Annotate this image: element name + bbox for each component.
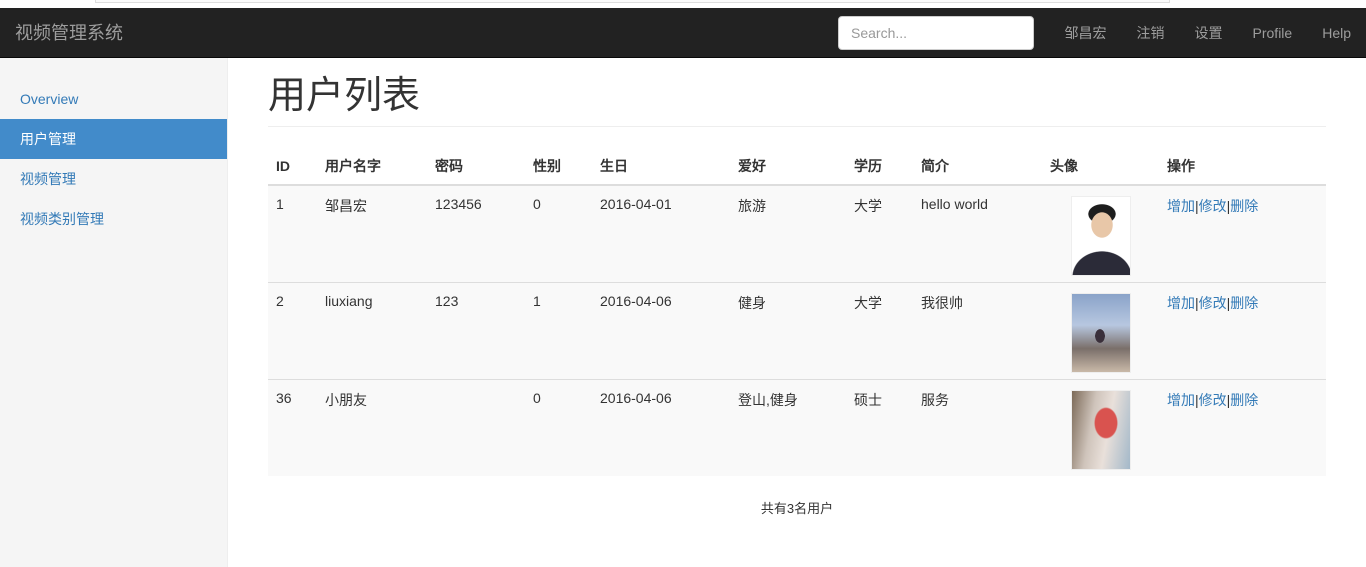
column-header-avatar: 头像 xyxy=(1042,147,1159,186)
avatar xyxy=(1070,196,1131,276)
nav-link-settings[interactable]: 设置 xyxy=(1180,8,1238,58)
edit-link[interactable]: 修改 xyxy=(1199,392,1227,408)
column-header-gender: 性别 xyxy=(525,147,592,186)
cell-actions: 增加|修改|删除 xyxy=(1159,185,1326,282)
cell-avatar xyxy=(1042,185,1159,282)
cell-birthday: 2016-04-01 xyxy=(592,185,730,282)
cell-birthday: 2016-04-06 xyxy=(592,281,730,379)
page-title: 用户列表 xyxy=(268,75,1326,127)
cell-password xyxy=(427,378,525,476)
navbar-links: 邹昌宏 注销 设置 Profile Help xyxy=(1050,8,1366,58)
cell-name: liuxiang xyxy=(317,281,427,379)
edit-link[interactable]: 修改 xyxy=(1199,198,1227,214)
table-row: 2 liuxiang 123 1 2016-04-06 健身 大学 我很帅 增加… xyxy=(268,281,1326,379)
table-body: 1 邹昌宏 123456 0 2016-04-01 旅游 大学 hello wo… xyxy=(268,185,1326,476)
user-table: ID 用户名字 密码 性别 生日 爱好 学历 简介 头像 操作 1 邹昌宏 12… xyxy=(268,147,1326,476)
delete-link[interactable]: 删除 xyxy=(1230,392,1258,408)
cell-hobby: 登山,健身 xyxy=(730,378,846,476)
sidebar-item-video-category-management[interactable]: 视频类别管理 xyxy=(0,199,227,239)
delete-link[interactable]: 删除 xyxy=(1230,198,1258,214)
add-link[interactable]: 增加 xyxy=(1167,295,1195,311)
user-count-summary: 共有3名用户 xyxy=(760,501,834,516)
cell-id: 1 xyxy=(268,185,317,282)
nav-link-logout[interactable]: 注销 xyxy=(1122,8,1180,58)
sidebar-item-overview[interactable]: Overview xyxy=(0,79,227,119)
top-navbar: 视频管理系统 邹昌宏 注销 设置 Profile Help xyxy=(0,8,1366,58)
cell-hobby: 旅游 xyxy=(730,185,846,282)
sidebar-item-video-management[interactable]: 视频管理 xyxy=(0,159,227,199)
column-header-hobby: 爱好 xyxy=(730,147,846,186)
cell-gender: 0 xyxy=(525,378,592,476)
sidebar-item-user-management[interactable]: 用户管理 xyxy=(0,119,227,159)
add-link[interactable]: 增加 xyxy=(1167,392,1195,408)
column-header-name: 用户名字 xyxy=(317,147,427,186)
add-link[interactable]: 增加 xyxy=(1167,198,1195,214)
column-header-id: ID xyxy=(268,147,317,186)
cell-intro: hello world xyxy=(913,185,1042,282)
avatar xyxy=(1070,292,1131,373)
edit-link[interactable]: 修改 xyxy=(1199,295,1227,311)
cell-name: 小朋友 xyxy=(317,378,427,476)
cell-avatar xyxy=(1042,281,1159,379)
cell-actions: 增加|修改|删除 xyxy=(1159,378,1326,476)
table-row: 36 小朋友 0 2016-04-06 登山,健身 硕士 服务 增加|修改|删除 xyxy=(268,378,1326,476)
cell-id: 36 xyxy=(268,378,317,476)
cell-education: 硕士 xyxy=(846,378,913,476)
cell-gender: 0 xyxy=(525,185,592,282)
delete-link[interactable]: 删除 xyxy=(1230,295,1258,311)
column-header-password: 密码 xyxy=(427,147,525,186)
column-header-intro: 简介 xyxy=(913,147,1042,186)
sidebar: Overview 用户管理 视频管理 视频类别管理 xyxy=(0,58,228,567)
nav-link-help[interactable]: Help xyxy=(1307,8,1366,58)
cell-intro: 服务 xyxy=(913,378,1042,476)
cell-password: 123456 xyxy=(427,185,525,282)
cell-intro: 我很帅 xyxy=(913,281,1042,379)
brand-title[interactable]: 视频管理系统 xyxy=(15,8,123,58)
cell-hobby: 健身 xyxy=(730,281,846,379)
cell-name: 邹昌宏 xyxy=(317,185,427,282)
cell-birthday: 2016-04-06 xyxy=(592,378,730,476)
table-row: 1 邹昌宏 123456 0 2016-04-01 旅游 大学 hello wo… xyxy=(268,185,1326,282)
column-header-birthday: 生日 xyxy=(592,147,730,186)
cell-education: 大学 xyxy=(846,281,913,379)
address-bar-remnant xyxy=(95,0,1170,3)
column-header-education: 学历 xyxy=(846,147,913,186)
main-content: 用户列表 ID 用户名字 密码 性别 生日 爱好 学历 简介 头像 操作 1 邹… xyxy=(268,58,1326,517)
nav-link-username[interactable]: 邹昌宏 xyxy=(1050,8,1122,58)
search-input[interactable] xyxy=(838,16,1034,50)
cell-password: 123 xyxy=(427,281,525,379)
cell-education: 大学 xyxy=(846,185,913,282)
table-header: ID 用户名字 密码 性别 生日 爱好 学历 简介 头像 操作 xyxy=(268,147,1326,186)
cell-actions: 增加|修改|删除 xyxy=(1159,281,1326,379)
cell-id: 2 xyxy=(268,281,317,379)
avatar xyxy=(1070,389,1131,470)
cell-avatar xyxy=(1042,378,1159,476)
column-header-actions: 操作 xyxy=(1159,147,1326,186)
cell-gender: 1 xyxy=(525,281,592,379)
browser-top-strip xyxy=(0,0,1366,8)
nav-link-profile[interactable]: Profile xyxy=(1238,8,1308,58)
